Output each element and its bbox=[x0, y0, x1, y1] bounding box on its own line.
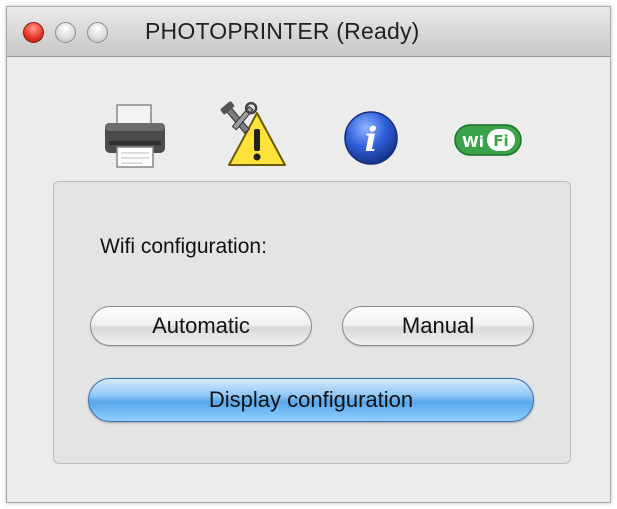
info-icon[interactable]: i bbox=[340, 99, 402, 174]
window-title: PHOTOPRINTER (Ready) bbox=[145, 18, 420, 44]
close-button[interactable] bbox=[23, 22, 44, 43]
svg-text:Fi: Fi bbox=[493, 132, 508, 150]
minimize-button[interactable] bbox=[55, 22, 76, 43]
zoom-button[interactable] bbox=[87, 22, 108, 43]
display-configuration-button[interactable]: Display configuration bbox=[88, 378, 534, 422]
wifi-config-panel: Wifi configuration: Automatic Manual Dis… bbox=[53, 181, 571, 464]
manual-button[interactable]: Manual bbox=[342, 306, 534, 346]
svg-text:Wi: Wi bbox=[462, 133, 484, 151]
title-bar[interactable]: PHOTOPRINTER (Ready) bbox=[7, 7, 610, 57]
wifi-icon[interactable]: Wi Fi bbox=[453, 99, 525, 172]
tools-warning-icon[interactable] bbox=[217, 99, 289, 176]
printer-window: PHOTOPRINTER (Ready) i Wi Fi Wifi config… bbox=[6, 6, 611, 503]
printer-icon[interactable] bbox=[99, 99, 171, 176]
wifi-config-label: Wifi configuration: bbox=[100, 235, 267, 258]
svg-text:i: i bbox=[365, 120, 378, 160]
automatic-button[interactable]: Automatic bbox=[90, 306, 312, 346]
